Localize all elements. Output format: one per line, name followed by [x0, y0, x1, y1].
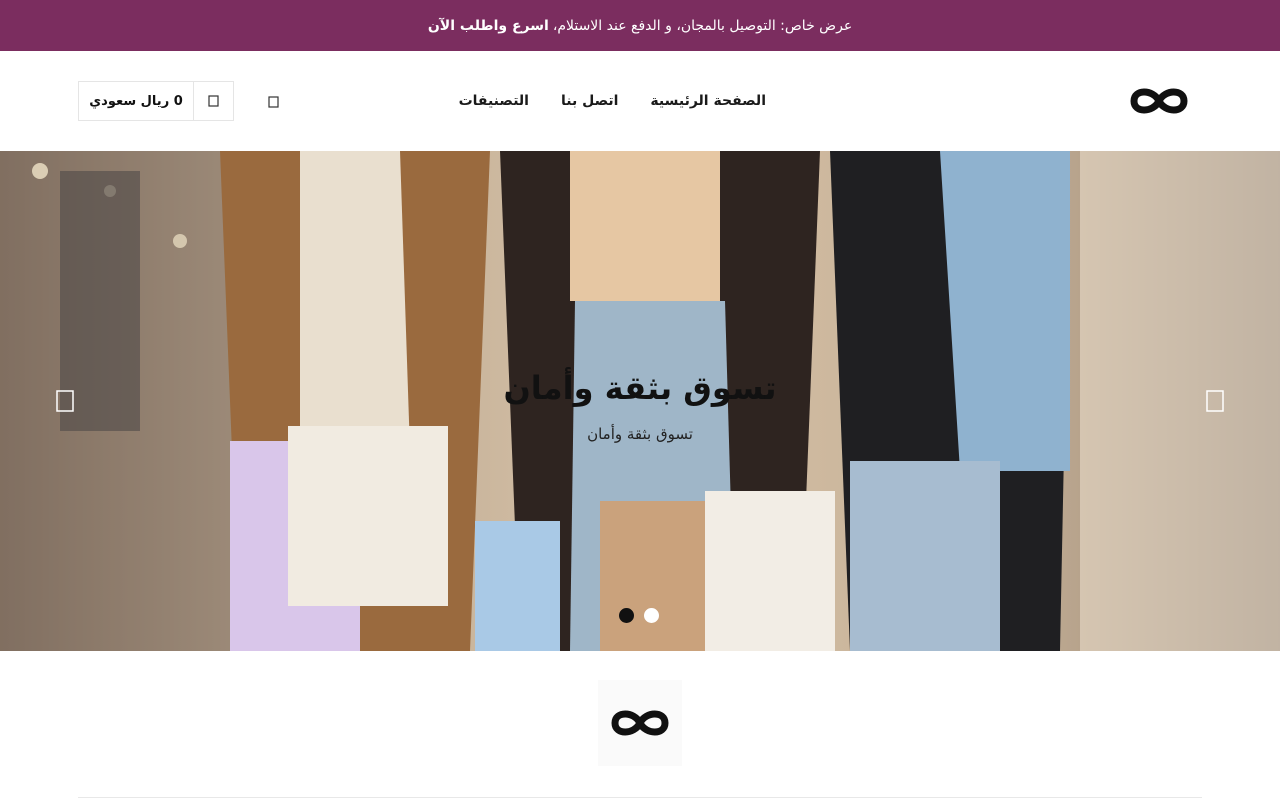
- promo-bar: عرض خاص: التوصيل بالمجان، و الدفع عند ال…: [0, 0, 1280, 51]
- hero-subtitle: تسوق بثقة وأمان: [587, 425, 693, 443]
- slider-dot-1[interactable]: [644, 608, 659, 623]
- cart-bag: [193, 82, 233, 120]
- chevron-right-icon: [1206, 390, 1224, 412]
- cart-amount: 0 ريال سعودي: [89, 93, 183, 109]
- main-nav: الصفحة الرئيسية اتصل بنا التصنيفات: [459, 93, 766, 109]
- nav-contact[interactable]: اتصل بنا: [561, 93, 618, 109]
- cart-button[interactable]: 0 ريال سعودي: [78, 81, 234, 121]
- nav-home[interactable]: الصفحة الرئيسية: [650, 93, 766, 109]
- slider-next-button[interactable]: [1205, 389, 1225, 413]
- shopping-bag-icon: [207, 95, 219, 107]
- infinity-logo-icon: [611, 710, 669, 736]
- promo-highlight[interactable]: اسرع واطلب الآن: [428, 18, 549, 34]
- promo-text: عرض خاص: التوصيل بالمجان، و الدفع عند ال…: [552, 17, 853, 34]
- logo[interactable]: [1128, 81, 1190, 121]
- footer-logo[interactable]: [598, 680, 682, 766]
- hero-slider: تسوق بثقة وأمان تسوق بثقة وأمان: [0, 151, 1280, 651]
- hero-title: تسوق بثقة وأمان: [503, 369, 777, 407]
- nav-categories[interactable]: التصنيفات: [459, 93, 529, 109]
- slider-dots: [619, 608, 659, 623]
- slider-dot-2[interactable]: [619, 608, 634, 623]
- search-icon: [268, 96, 279, 108]
- chevron-left-icon: [56, 390, 74, 412]
- section-divider: [78, 797, 1202, 798]
- infinity-logo-icon: [1130, 88, 1188, 114]
- search-button[interactable]: [262, 90, 286, 114]
- slider-prev-button[interactable]: [55, 389, 75, 413]
